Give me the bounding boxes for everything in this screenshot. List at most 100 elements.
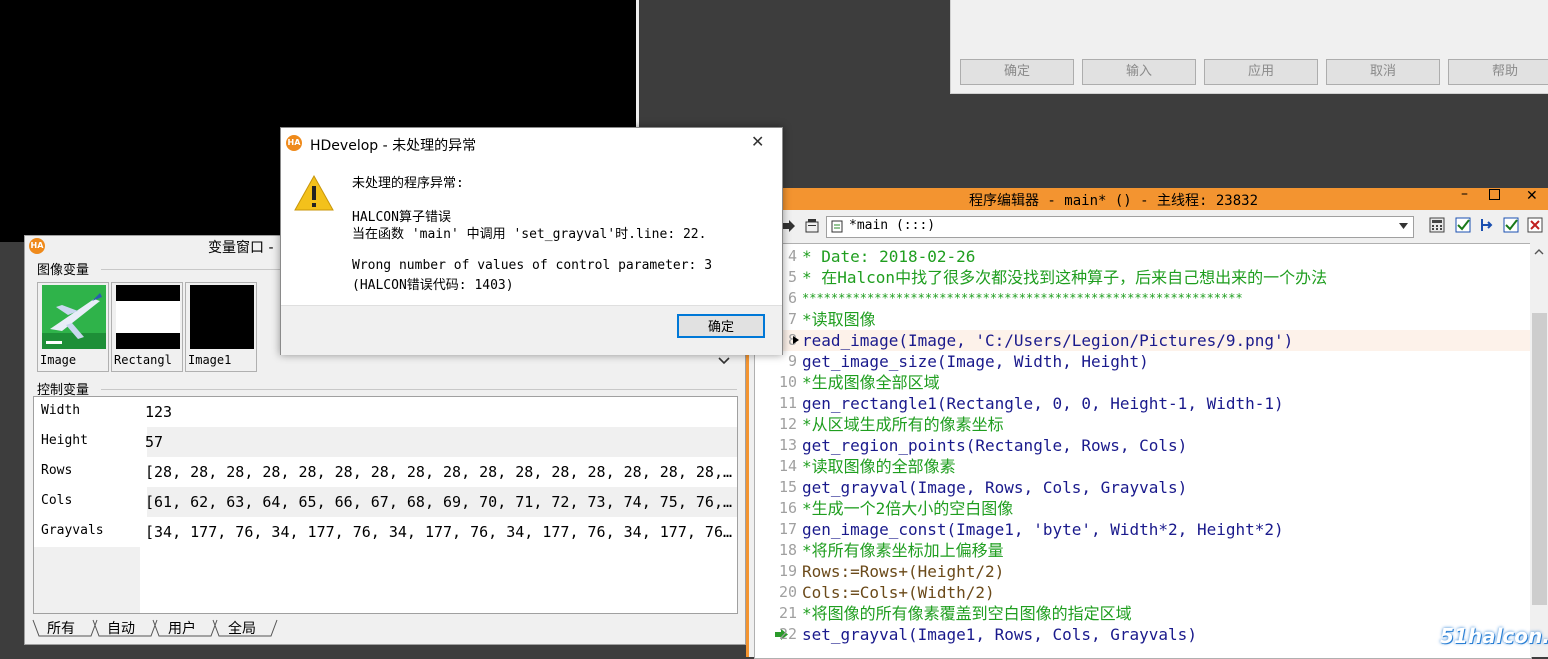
arrow-right-icon[interactable] xyxy=(782,219,796,233)
line-number: 19 xyxy=(778,562,797,580)
code-text: set_grayval(Image1, Rows, Cols, Grayvals… xyxy=(802,625,1197,644)
thumbnail-label: Image1 xyxy=(188,353,232,367)
black-image-icon xyxy=(190,285,254,349)
procedure-select[interactable]: *main (:::) xyxy=(826,216,1414,238)
help-button[interactable]: 帮助 xyxy=(1448,59,1548,85)
code-line[interactable]: 13 get_region_points(Rectangle, Rows, Col… xyxy=(755,435,1531,456)
code-line[interactable]: 17 gen_image_const(Image1, 'byte', Width*… xyxy=(755,519,1531,540)
image-thumbnail-image[interactable]: Image xyxy=(37,282,109,372)
error-code: (HALCON错误代码: 1403) xyxy=(352,278,514,293)
table-row[interactable]: Grayvals [34, 177, 76, 34, 177, 76, 34, … xyxy=(34,517,737,547)
code-text: * 在Halcon中找了很多次都没找到这种算子，后来自己想出来的一个办法 xyxy=(802,268,1328,287)
variable-value: 123 xyxy=(145,403,173,421)
table-row[interactable]: Cols [61, 62, 63, 64, 65, 66, 67, 68, 69… xyxy=(34,487,737,517)
confirm-button[interactable]: 确定 xyxy=(960,59,1074,85)
close-icon[interactable]: ✕ xyxy=(1526,188,1538,204)
procedure-select-value: *main (:::) xyxy=(849,218,936,233)
insert-cursor-icon xyxy=(793,336,799,344)
ok-button[interactable]: 确定 xyxy=(677,314,765,338)
check-list-icon[interactable] xyxy=(1503,217,1519,233)
code-line[interactable]: 16 *生成一个2倍大小的空白图像 xyxy=(755,498,1531,519)
line-number: 20 xyxy=(778,583,797,601)
code-line[interactable]: 5 * 在Halcon中找了很多次都没找到这种算子，后来自己想出来的一个办法 xyxy=(755,267,1531,288)
step-icon[interactable] xyxy=(1479,217,1495,233)
code-line[interactable]: 21 *将图像的所有像素覆盖到空白图像的指定区域 xyxy=(755,603,1531,624)
code-line[interactable]: 14 *读取图像的全部像素 xyxy=(755,456,1531,477)
tab-user[interactable]: 用户 xyxy=(168,618,196,638)
code-line[interactable]: 22 set_grayval(Image1, Rows, Cols, Grayva… xyxy=(755,624,1531,645)
image-thumbnail-rectangle[interactable]: Rectangl xyxy=(111,282,183,372)
file-icon xyxy=(831,220,843,233)
variable-name: Cols xyxy=(34,487,147,517)
table-row[interactable]: Rows [28, 28, 28, 28, 28, 28, 28, 28, 28… xyxy=(34,457,737,487)
line-number: 12 xyxy=(778,415,797,433)
chevron-down-icon xyxy=(1399,223,1408,229)
remove-check-icon[interactable] xyxy=(1527,217,1543,233)
code-text: *读取图像 xyxy=(802,310,876,329)
error-location: 当在函数 'main' 中调用 'set_grayval'时.line: 22. xyxy=(352,227,707,242)
edit-check-icon[interactable] xyxy=(1455,217,1471,233)
code-line[interactable]: 9 get_image_size(Image, Width, Height) xyxy=(755,351,1531,372)
code-text: get_image_size(Image, Width, Height) xyxy=(802,352,1149,371)
table-row[interactable]: Height 57 xyxy=(34,427,737,457)
apply-button[interactable]: 应用 xyxy=(1204,59,1318,85)
code-line[interactable]: 4 * Date: 2018-02-26 xyxy=(755,246,1531,267)
procedure-icon[interactable] xyxy=(804,217,820,233)
program-editor-titlebar[interactable]: 程序编辑器 - main* () - 主线程: 23832 – ✕ xyxy=(749,186,1548,210)
control-variables-table: Width 123 Height 57 Rows [28, 28, 28, 28… xyxy=(33,396,738,614)
code-line[interactable]: 6 ***************************************… xyxy=(755,288,1531,309)
code-text: *将图像的所有像素覆盖到空白图像的指定区域 xyxy=(802,604,1132,623)
code-text: get_region_points(Rectangle, Rows, Cols) xyxy=(802,436,1188,455)
tab-auto[interactable]: 自动 xyxy=(107,618,135,638)
code-text: get_grayval(Image, Rows, Cols, Grayvals) xyxy=(802,478,1188,497)
close-icon[interactable]: ✕ xyxy=(751,132,764,151)
name-column-empty xyxy=(34,547,140,613)
variable-value: [61, 62, 63, 64, 65, 66, 67, 68, 69, 70,… xyxy=(145,493,732,511)
variable-value: 57 xyxy=(145,433,164,451)
cancel-button[interactable]: 取消 xyxy=(1326,59,1440,85)
tab-all[interactable]: 所有 xyxy=(47,618,75,638)
code-line[interactable]: 15 get_grayval(Image, Rows, Cols, Grayval… xyxy=(755,477,1531,498)
variable-value: [34, 177, 76, 34, 177, 76, 34, 177, 76, … xyxy=(145,523,732,541)
code-text: read_image(Image, 'C:/Users/Legion/Pictu… xyxy=(802,331,1294,350)
code-area[interactable]: 4 * Date: 2018-02-26 5 * 在Halcon中找了很多次都没找到… xyxy=(754,243,1532,659)
code-line[interactable]: 7 *读取图像 xyxy=(755,309,1531,330)
line-number: 17 xyxy=(778,520,797,538)
code-line-current[interactable]: 8 read_image(Image, 'C:/Users/Legion/Pict… xyxy=(755,330,1531,351)
editor-toolbar: *main (:::) xyxy=(749,210,1548,240)
line-number: 13 xyxy=(778,436,797,454)
code-text: Cols:=Cols+(Width/2) xyxy=(802,583,995,602)
program-editor-title: 程序编辑器 - main* () - 主线程: 23832 xyxy=(969,193,1259,209)
code-line[interactable]: 18 *将所有像素坐标加上偏移量 xyxy=(755,540,1531,561)
line-number: 15 xyxy=(778,478,797,496)
code-text: ****************************************… xyxy=(802,291,1243,305)
thumbnail-label: Rectangl xyxy=(114,353,172,367)
code-line[interactable]: 11 gen_rectangle1(Rectangle, 0, 0, Height… xyxy=(755,393,1531,414)
exception-heading: 未处理的程序异常: xyxy=(352,176,464,191)
input-button[interactable]: 输入 xyxy=(1082,59,1196,85)
code-line[interactable]: 12 *从区域生成所有的像素坐标 xyxy=(755,414,1531,435)
code-line[interactable]: 10 *生成图像全部区域 xyxy=(755,372,1531,393)
variable-window-title: 变量窗口 - xyxy=(208,240,274,256)
scroll-up-icon[interactable] xyxy=(1534,249,1544,255)
maximize-icon[interactable] xyxy=(1489,189,1500,200)
variable-name: Grayvals xyxy=(41,523,104,538)
tab-global[interactable]: 全局 xyxy=(228,618,256,638)
chevron-down-icon[interactable] xyxy=(718,356,730,366)
code-line[interactable]: 19 Rows:=Rows+(Height/2) xyxy=(755,561,1531,582)
dialog-title: HDevelop - 未处理的异常 xyxy=(310,138,477,154)
scrollbar-thumb[interactable] xyxy=(1532,313,1547,605)
code-text: Rows:=Rows+(Height/2) xyxy=(802,562,1005,581)
code-text: *读取图像的全部像素 xyxy=(802,457,956,476)
line-number: 21 xyxy=(778,604,797,622)
rectangle-region-icon xyxy=(116,285,180,349)
minimize-icon[interactable]: – xyxy=(1461,186,1468,202)
code-line[interactable]: 20 Cols:=Cols+(Width/2) xyxy=(755,582,1531,603)
image-thumbnail-image1[interactable]: Image1 xyxy=(185,282,257,372)
calculator-icon[interactable] xyxy=(1429,217,1445,233)
table-row[interactable]: Width 123 xyxy=(34,397,737,427)
exception-dialog: HA HDevelop - 未处理的异常 ✕ 未处理的程序异常: HALCON算… xyxy=(280,127,783,355)
variable-name: Height xyxy=(34,427,147,457)
line-number: 22 xyxy=(778,625,797,643)
code-text: *从区域生成所有的像素坐标 xyxy=(802,415,1004,434)
